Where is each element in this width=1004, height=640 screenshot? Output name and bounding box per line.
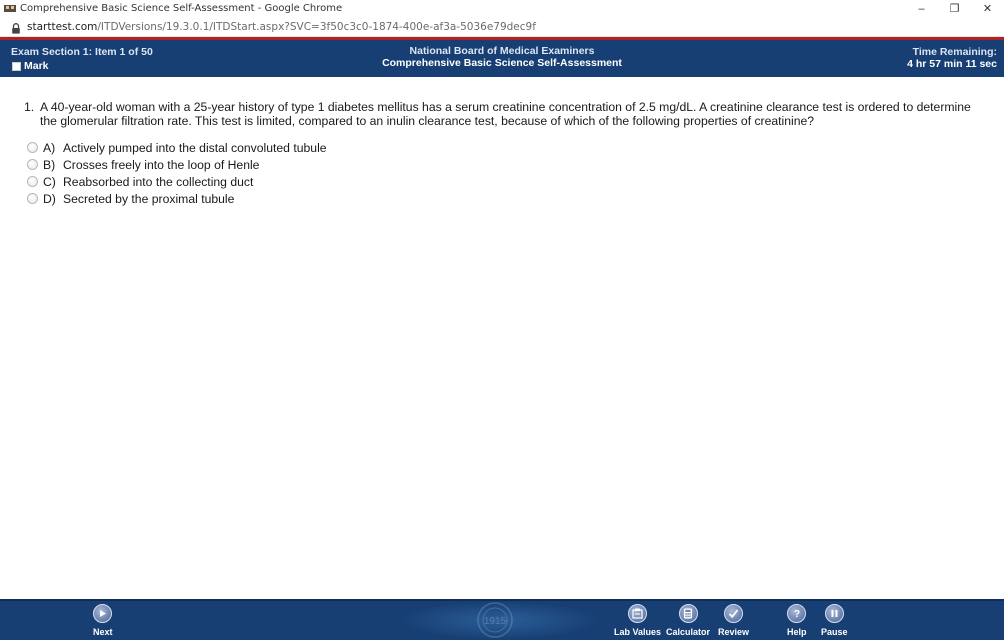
time-remaining-label: Time Remaining:: [912, 46, 997, 58]
radio-button[interactable]: [27, 142, 38, 153]
pause-button[interactable]: Pause: [821, 604, 848, 637]
pause-label: Pause: [821, 627, 848, 637]
answer-option-c[interactable]: C) Reabsorbed into the collecting duct: [27, 173, 327, 190]
url-host: starttest.com: [27, 20, 98, 33]
checkmark-icon: [724, 604, 744, 623]
time-remaining-value: 4 hr 57 min 11 sec: [907, 58, 997, 70]
review-label: Review: [718, 627, 750, 637]
radio-button[interactable]: [27, 193, 38, 204]
app-icon: [4, 4, 16, 13]
close-button[interactable]: ✕: [971, 0, 1004, 17]
url-text[interactable]: starttest.com/ITDVersions/19.3.0.1/ITDSt…: [27, 21, 536, 33]
option-text: Crosses freely into the loop of Henle: [63, 157, 260, 172]
radio-button[interactable]: [27, 159, 38, 170]
lab-values-button[interactable]: Lab Values: [614, 604, 661, 637]
minimize-button[interactable]: –: [905, 0, 938, 17]
question-stem: 1. A 40-year-old woman with a 25-year hi…: [24, 100, 974, 128]
calculator-button[interactable]: Calculator: [666, 604, 710, 637]
answer-options: A) Actively pumped into the distal convo…: [27, 139, 327, 207]
review-button[interactable]: Review: [718, 604, 749, 637]
window-controls: – ❐ ✕: [905, 0, 1004, 17]
option-letter: C): [43, 174, 56, 189]
answer-option-d[interactable]: D) Secreted by the proximal tubule: [27, 190, 327, 207]
lab-values-icon: [628, 604, 648, 623]
bottom-toolbar: 1915 Next Lab Values Calculator Review ?…: [0, 599, 1004, 640]
window-title: Comprehensive Basic Science Self-Assessm…: [20, 3, 343, 14]
help-label: Help: [787, 627, 807, 637]
help-icon: ?: [787, 604, 807, 623]
timer: Time Remaining: 4 hr 57 min 11 sec: [907, 46, 997, 70]
option-letter: A): [43, 140, 56, 155]
next-arrow-icon: [93, 604, 113, 623]
exam-header: Exam Section 1: Item 1 of 50 Mark Nation…: [0, 40, 1004, 77]
question-text: A 40-year-old woman with a 25-year histo…: [40, 100, 971, 128]
option-letter: B): [43, 157, 56, 172]
radio-button[interactable]: [27, 176, 38, 187]
option-letter: D): [43, 191, 56, 206]
nbme-seal-icon: 1915: [477, 602, 513, 638]
org-name: National Board of Medical Examiners: [409, 45, 595, 57]
option-text: Reabsorbed into the collecting duct: [63, 174, 254, 189]
help-button[interactable]: ? Help: [787, 604, 807, 637]
seal-year: 1915: [484, 616, 507, 627]
pause-icon: [824, 604, 844, 623]
option-text: Secreted by the proximal tubule: [63, 191, 235, 206]
browser-title-bar: Comprehensive Basic Science Self-Assessm…: [0, 0, 1004, 17]
option-text: Actively pumped into the distal convolut…: [63, 140, 327, 155]
calculator-label: Calculator: [666, 627, 711, 637]
question-number: 1.: [24, 100, 35, 114]
lab-values-label: Lab Values: [614, 627, 662, 637]
url-path: /ITDVersions/19.3.0.1/ITDStart.aspx?SVC=…: [97, 20, 536, 33]
header-center: National Board of Medical Examiners Comp…: [0, 45, 1004, 69]
address-bar[interactable]: starttest.com/ITDVersions/19.3.0.1/ITDSt…: [0, 17, 1004, 37]
restore-button[interactable]: ❐: [938, 0, 971, 17]
answer-option-b[interactable]: B) Crosses freely into the loop of Henle: [27, 156, 327, 173]
exam-title: Comprehensive Basic Science Self-Assessm…: [382, 57, 622, 69]
svg-text:?: ?: [794, 609, 800, 619]
lock-icon: [11, 21, 21, 34]
calculator-icon: [678, 604, 698, 623]
exam-window: Comprehensive Basic Science Self-Assessm…: [0, 0, 1004, 640]
next-label: Next: [93, 627, 113, 637]
answer-option-a[interactable]: A) Actively pumped into the distal convo…: [27, 139, 327, 156]
next-button[interactable]: Next: [93, 604, 113, 637]
